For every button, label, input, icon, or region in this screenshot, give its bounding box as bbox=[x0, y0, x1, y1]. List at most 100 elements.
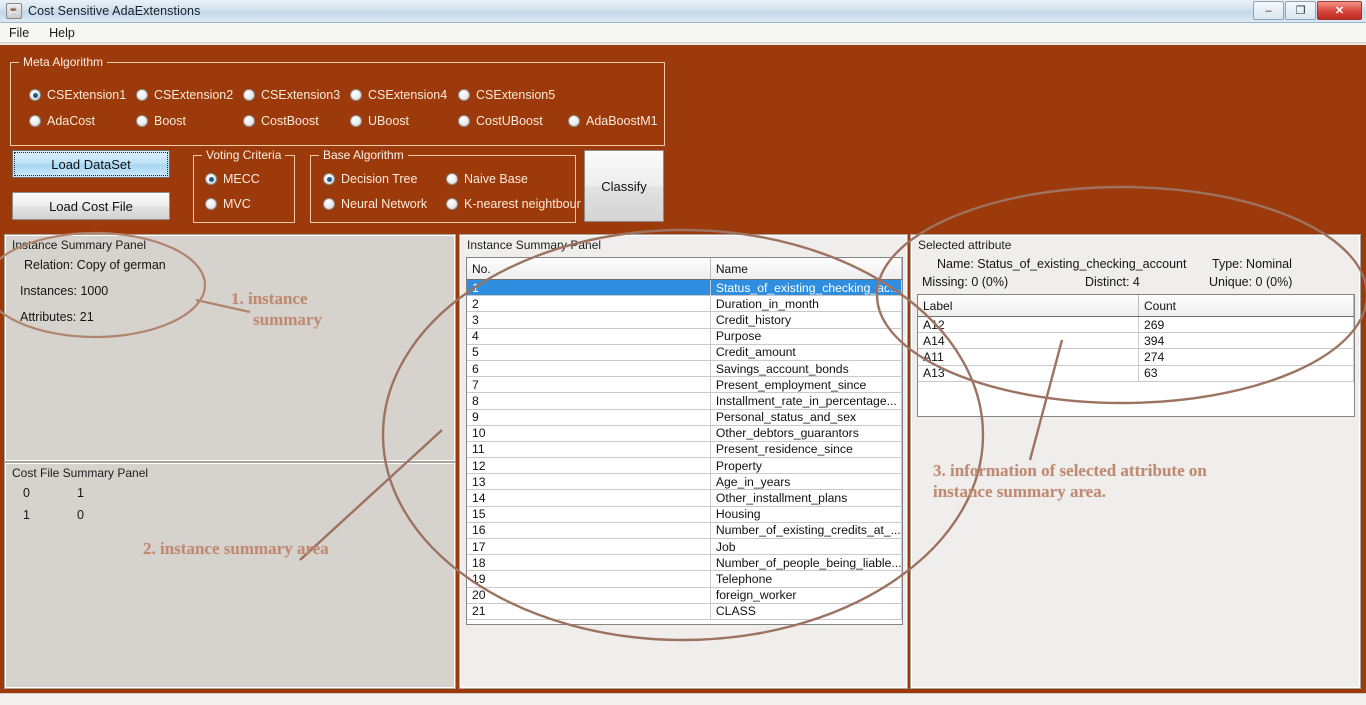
table-row[interactable]: A11 274 bbox=[918, 349, 1354, 366]
cell-name: Credit_amount bbox=[711, 344, 902, 360]
cost-matrix-cell-11: 0 bbox=[77, 508, 84, 522]
cell-label: A12 bbox=[918, 317, 1139, 333]
table-row[interactable]: A13 63 bbox=[918, 365, 1354, 382]
window-title: Cost Sensitive AdaExtenstions bbox=[28, 4, 201, 18]
cell-no: 2 bbox=[467, 296, 711, 312]
attribute-list-panel-title: Instance Summary Panel bbox=[467, 238, 602, 252]
minimize-button[interactable]: – bbox=[1253, 1, 1284, 20]
close-button[interactable]: ✕ bbox=[1317, 1, 1362, 20]
radio-naive-base[interactable]: Naive Base bbox=[446, 172, 528, 186]
radio-label: Naive Base bbox=[464, 172, 528, 186]
radio-label: UBoost bbox=[368, 114, 409, 128]
table-row[interactable]: 7 Present_employment_since bbox=[467, 377, 902, 394]
radio-indicator-icon bbox=[350, 89, 362, 101]
column-header-no[interactable]: No. bbox=[467, 258, 711, 279]
table-row[interactable]: 6 Savings_account_bonds bbox=[467, 360, 902, 378]
cell-no: 3 bbox=[467, 312, 711, 328]
table-row[interactable]: 17 Job bbox=[467, 539, 902, 556]
load-dataset-button[interactable]: Load DataSet bbox=[12, 150, 170, 178]
attribute-list-table[interactable]: No. Name 1 Status_of_existing_checking_ac… bbox=[466, 257, 903, 625]
cell-no: 5 bbox=[467, 344, 711, 360]
attribute-name-label: Name: Status_of_existing_checking_accoun… bbox=[937, 257, 1187, 271]
java-cup-icon: ☕ bbox=[6, 3, 22, 19]
cell-name: Present_residence_since bbox=[711, 441, 902, 458]
radio-costuboost[interactable]: CostUBoost bbox=[458, 114, 543, 128]
menu-item-file[interactable]: File bbox=[6, 25, 32, 41]
cell-name: foreign_worker bbox=[711, 587, 902, 603]
radio-adacost[interactable]: AdaCost bbox=[29, 114, 95, 128]
table-row[interactable]: 12 Property bbox=[467, 458, 902, 475]
table-row[interactable]: A14 394 bbox=[918, 333, 1354, 350]
cell-name: Job bbox=[711, 539, 902, 555]
table-row[interactable]: 15 Housing bbox=[467, 506, 902, 523]
cell-no: 18 bbox=[467, 555, 711, 571]
radio-indicator-icon bbox=[205, 173, 217, 185]
table-row[interactable]: 18 Number_of_people_being_liable... bbox=[467, 555, 902, 572]
table-row[interactable]: 13 Age_in_years bbox=[467, 474, 902, 491]
cell-no: 17 bbox=[467, 539, 711, 555]
table-row[interactable]: 2 Duration_in_month bbox=[467, 296, 902, 313]
radio-indicator-icon bbox=[323, 173, 335, 185]
table-row[interactable]: 20 foreign_worker bbox=[467, 587, 902, 604]
radio-k-nearest-neighbour[interactable]: K-nearest neightbour bbox=[446, 197, 581, 211]
cell-no: 10 bbox=[467, 425, 711, 441]
radio-boost[interactable]: Boost bbox=[136, 114, 186, 128]
table-row[interactable]: 21 CLASS bbox=[467, 603, 902, 620]
attribute-unique-label: Unique: 0 (0%) bbox=[1209, 275, 1293, 289]
classify-button[interactable]: Classify bbox=[584, 150, 664, 222]
table-row[interactable]: A12 269 bbox=[918, 317, 1354, 334]
cell-name: CLASS bbox=[711, 603, 902, 619]
relation-label: Relation: Copy of german bbox=[24, 258, 166, 272]
table-row[interactable]: 5 Credit_amount bbox=[467, 344, 902, 361]
radio-csextension5[interactable]: CSExtension5 bbox=[458, 88, 555, 102]
radio-mvc[interactable]: MVC bbox=[205, 197, 251, 211]
cell-name: Number_of_existing_credits_at_... bbox=[711, 522, 902, 538]
radio-costboost[interactable]: CostBoost bbox=[243, 114, 319, 128]
radio-decision-tree[interactable]: Decision Tree bbox=[323, 172, 417, 186]
radio-indicator-icon bbox=[323, 198, 335, 210]
cell-name: Property bbox=[711, 458, 902, 474]
radio-csextension2[interactable]: CSExtension2 bbox=[136, 88, 233, 102]
radio-label: CSExtension5 bbox=[476, 88, 556, 102]
restore-button[interactable]: ❐ bbox=[1285, 1, 1316, 20]
column-header-count[interactable]: Count bbox=[1139, 295, 1354, 316]
attribute-values-header: Label Count bbox=[918, 295, 1354, 317]
cell-no: 8 bbox=[467, 393, 711, 409]
base-algorithm-group: Base Algorithm Decision Tree Naive Base … bbox=[310, 148, 581, 223]
cell-no: 12 bbox=[467, 458, 711, 474]
table-row[interactable]: 16 Number_of_existing_credits_at_... bbox=[467, 522, 902, 539]
attribute-values-table[interactable]: Label Count A12 269 A14 394 A11 274 A13 63 bbox=[917, 294, 1355, 417]
table-row[interactable]: 4 Purpose bbox=[467, 328, 902, 345]
table-row[interactable]: 9 Personal_status_and_sex bbox=[467, 409, 902, 426]
table-row[interactable]: 1 Status_of_existing_checking_ac... bbox=[467, 280, 902, 297]
load-cost-file-button[interactable]: Load Cost File bbox=[12, 192, 170, 220]
column-header-label[interactable]: Label bbox=[918, 295, 1139, 316]
radio-uboost[interactable]: UBoost bbox=[350, 114, 409, 128]
table-row[interactable]: 14 Other_installment_plans bbox=[467, 490, 902, 507]
table-row[interactable]: 10 Other_debtors_guarantors bbox=[467, 425, 902, 442]
table-row[interactable]: 11 Present_residence_since bbox=[467, 441, 902, 459]
table-row[interactable]: 3 Credit_history bbox=[467, 312, 902, 329]
cell-no: 11 bbox=[467, 441, 711, 458]
attribute-values-body: A12 269 A14 394 A11 274 A13 63 bbox=[918, 317, 1354, 382]
attribute-distinct-label: Distinct: 4 bbox=[1085, 275, 1140, 289]
cell-no: 16 bbox=[467, 522, 711, 538]
column-header-name[interactable]: Name bbox=[711, 258, 902, 279]
radio-indicator-icon bbox=[243, 89, 255, 101]
cell-no: 4 bbox=[467, 328, 711, 344]
radio-label: Neural Network bbox=[341, 197, 428, 211]
radio-mecc[interactable]: MECC bbox=[205, 172, 260, 186]
cell-name: Number_of_people_being_liable... bbox=[711, 555, 902, 571]
radio-csextension4[interactable]: CSExtension4 bbox=[350, 88, 447, 102]
table-row[interactable]: 19 Telephone bbox=[467, 571, 902, 588]
radio-adaboostm1[interactable]: AdaBoostM1 bbox=[568, 114, 658, 128]
cell-no: 20 bbox=[467, 587, 711, 603]
menu-item-help[interactable]: Help bbox=[46, 25, 78, 41]
radio-csextension3[interactable]: CSExtension3 bbox=[243, 88, 340, 102]
cell-no: 7 bbox=[467, 377, 711, 393]
radio-csextension1[interactable]: CSExtension1 bbox=[29, 88, 126, 102]
cell-count: 274 bbox=[1139, 349, 1354, 365]
radio-neural-network[interactable]: Neural Network bbox=[323, 197, 427, 211]
radio-indicator-icon bbox=[350, 115, 362, 127]
table-row[interactable]: 8 Installment_rate_in_percentage... bbox=[467, 393, 902, 410]
